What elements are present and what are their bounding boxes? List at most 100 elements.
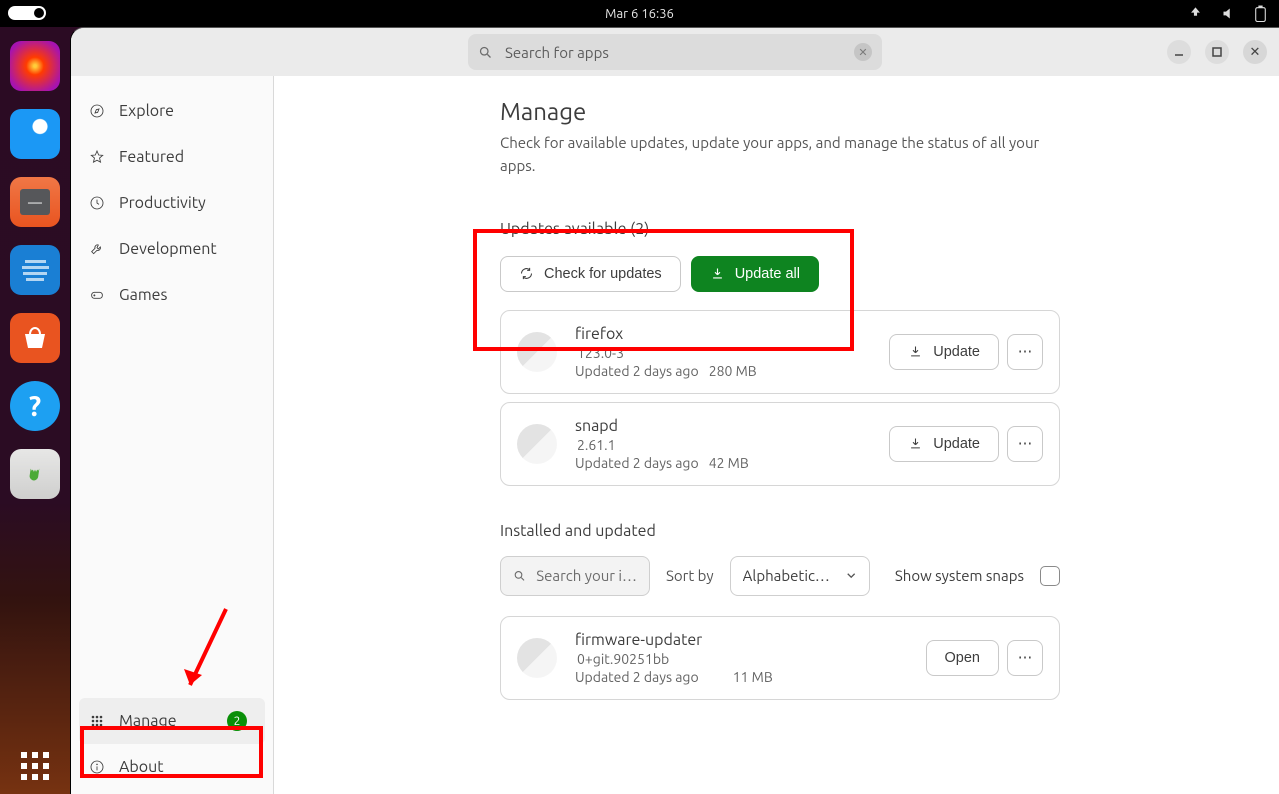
system-tray[interactable] <box>1188 5 1267 22</box>
search-icon <box>478 45 493 60</box>
sidebar-item-label: Productivity <box>119 194 206 212</box>
dock-writer[interactable] <box>10 245 60 295</box>
button-label: Update all <box>735 266 800 282</box>
sidebar-item-label: Games <box>119 286 167 304</box>
button-label: Update <box>933 436 980 452</box>
update-card-firefox: firefox 123.0-3 Updated 2 days ago 280 M… <box>500 310 1060 394</box>
minimize-button[interactable] <box>1167 40 1191 64</box>
activities-indicator[interactable] <box>8 6 46 20</box>
gamepad-icon <box>89 287 105 303</box>
sidebar-item-label: Featured <box>119 148 184 166</box>
ellipsis-icon: ⋯ <box>1018 344 1033 360</box>
update-all-button[interactable]: Update all <box>691 256 819 292</box>
more-button[interactable]: ⋯ <box>1007 334 1043 370</box>
dock-files[interactable]: ― <box>10 177 60 227</box>
sort-label: Sort by <box>666 567 714 584</box>
app-size: 11 MB <box>733 669 773 685</box>
download-icon <box>908 436 923 451</box>
app-size: 42 MB <box>709 455 749 471</box>
show-system-label: Show system snaps <box>895 567 1024 584</box>
app-icon <box>517 638 557 678</box>
check-updates-button[interactable]: Check for updates <box>500 256 681 292</box>
app-name: snapd <box>575 417 871 435</box>
network-icon <box>1188 6 1203 21</box>
dock-help[interactable]: ? <box>10 381 60 431</box>
sidebar-item-productivity[interactable]: Productivity <box>71 180 273 226</box>
info-icon <box>89 759 105 775</box>
battery-icon <box>1254 5 1267 22</box>
page-subtitle: Check for available updates, update your… <box>500 131 1060 178</box>
titlebar: Search for apps ✕ ✕ <box>71 28 1279 76</box>
dock-thunderbird[interactable] <box>10 109 60 159</box>
more-button[interactable]: ⋯ <box>1007 426 1043 462</box>
volume-icon <box>1221 6 1236 21</box>
sidebar-item-label: About <box>119 758 164 776</box>
close-window-button[interactable]: ✕ <box>1243 40 1267 64</box>
top-menubar: Mar 6 16:36 <box>0 0 1279 27</box>
star-icon <box>89 149 105 165</box>
search-placeholder: Search for apps <box>505 44 609 61</box>
installed-header: Installed and updated <box>500 522 1060 540</box>
dock-firefox[interactable] <box>10 41 60 91</box>
ubuntu-dock: ― ? <box>0 27 70 794</box>
button-label: Open <box>945 650 980 666</box>
more-button[interactable]: ⋯ <box>1007 640 1043 676</box>
show-system-checkbox[interactable] <box>1040 566 1060 586</box>
app-updated: Updated 2 days ago <box>575 455 699 471</box>
button-label: Check for updates <box>544 266 662 282</box>
sort-value: Alphabetica… <box>743 567 833 584</box>
compass-icon <box>89 103 105 119</box>
main-panel: Manage Check for available updates, upda… <box>274 76 1279 794</box>
app-center-window: Search for apps ✕ ✕ Explore Featured <box>70 27 1279 794</box>
sort-select[interactable]: Alphabetica… <box>730 556 870 596</box>
app-name: firmware-updater <box>575 631 908 649</box>
sidebar-item-featured[interactable]: Featured <box>71 134 273 180</box>
button-label: Update <box>933 344 980 360</box>
dock-trash[interactable] <box>10 449 60 499</box>
installed-card-firmware-updater: firmware-updater 0+git.90251bb Updated 2… <box>500 616 1060 700</box>
sidebar: Explore Featured Productivity Developmen… <box>71 76 274 794</box>
clock[interactable]: Mar 6 16:36 <box>605 7 674 21</box>
ellipsis-icon: ⋯ <box>1018 650 1033 666</box>
search-placeholder: Search your i… <box>536 567 637 584</box>
app-icon <box>517 424 557 464</box>
app-version: 2.61.1 <box>575 437 871 453</box>
search-installed-input[interactable]: Search your i… <box>500 556 650 596</box>
open-button[interactable]: Open <box>926 640 999 676</box>
updates-badge: 2 <box>227 711 247 731</box>
sidebar-item-explore[interactable]: Explore <box>71 88 273 134</box>
app-updated: Updated 2 days ago <box>575 363 699 379</box>
app-version: 123.0-3 <box>575 345 871 361</box>
clock-icon <box>89 195 105 211</box>
sidebar-item-label: Development <box>119 240 217 258</box>
download-icon <box>710 266 725 281</box>
ellipsis-icon: ⋯ <box>1018 436 1033 452</box>
dock-software[interactable] <box>10 313 60 363</box>
page-title: Manage <box>500 98 1060 125</box>
updates-header: Updates available (2) <box>500 220 1060 238</box>
show-applications[interactable] <box>21 752 49 780</box>
app-version: 0+git.90251bb <box>575 651 908 667</box>
wrench-icon <box>89 241 105 257</box>
sidebar-item-development[interactable]: Development <box>71 226 273 272</box>
app-size: 280 MB <box>709 363 757 379</box>
sidebar-item-label: Explore <box>119 102 174 120</box>
download-icon <box>908 344 923 359</box>
clear-search-icon[interactable]: ✕ <box>854 43 872 61</box>
maximize-button[interactable] <box>1205 40 1229 64</box>
refresh-icon <box>519 266 534 281</box>
sidebar-item-label: Manage <box>119 712 177 730</box>
sidebar-item-games[interactable]: Games <box>71 272 273 318</box>
search-apps-input[interactable]: Search for apps ✕ <box>468 34 882 70</box>
app-updated: Updated 2 days ago <box>575 669 699 685</box>
update-button[interactable]: Update <box>889 334 999 370</box>
chevron-down-icon <box>846 570 856 581</box>
update-button[interactable]: Update <box>889 426 999 462</box>
app-icon <box>517 332 557 372</box>
sidebar-item-about[interactable]: About <box>71 744 273 790</box>
grid-icon <box>89 713 105 729</box>
update-card-snapd: snapd 2.61.1 Updated 2 days ago 42 MB Up… <box>500 402 1060 486</box>
sidebar-item-manage[interactable]: Manage 2 <box>79 698 265 744</box>
search-icon <box>513 569 526 583</box>
app-name: firefox <box>575 325 871 343</box>
